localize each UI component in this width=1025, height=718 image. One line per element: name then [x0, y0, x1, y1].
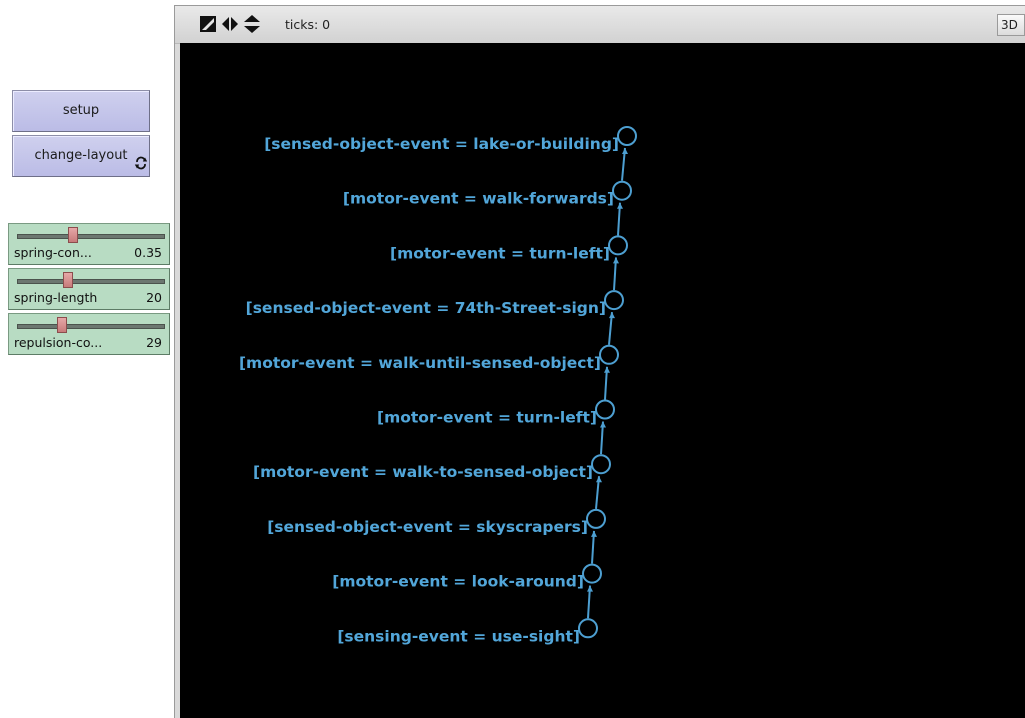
link-arrowhead — [609, 312, 615, 319]
slider-track[interactable] — [17, 324, 165, 329]
link-arrowhead — [617, 202, 623, 209]
setup-button[interactable]: setup — [12, 90, 150, 132]
node[interactable] — [599, 344, 619, 365]
slider-handle[interactable] — [62, 272, 73, 288]
node[interactable] — [595, 399, 615, 420]
network-graph: [sensed-object-event = lake-or-building]… — [239, 126, 637, 645]
slider-value: 20 — [146, 290, 162, 305]
world-canvas[interactable]: [sensed-object-event = lake-or-building]… — [180, 43, 1025, 718]
link-arrowhead — [587, 585, 593, 592]
node-label: [motor-event = look-around] — [332, 573, 584, 591]
repulsion-constant-slider[interactable]: repulsion-co... 29 — [8, 313, 170, 355]
link-arrowhead — [600, 421, 606, 428]
node-label: [motor-event = turn-left] — [390, 244, 610, 262]
slider-label: spring-length — [14, 290, 98, 305]
slider-handle[interactable] — [57, 317, 68, 333]
node[interactable] — [604, 290, 624, 311]
node[interactable] — [586, 508, 606, 529]
link-arrowhead — [596, 476, 602, 483]
slider-handle[interactable] — [68, 227, 79, 243]
setup-button-label: setup — [62, 103, 100, 118]
vertical-wrap-arrows-icon[interactable] — [243, 15, 261, 33]
slider-value: 0.35 — [134, 245, 162, 260]
spring-length-slider[interactable]: spring-length 20 — [8, 268, 170, 310]
node-label: [sensed-object-event = 74th-Street-sign] — [246, 299, 606, 317]
spring-constant-slider[interactable]: spring-con... 0.35 — [8, 223, 170, 265]
3d-view-button-label: 3D — [1001, 18, 1018, 32]
link-arrowhead — [622, 148, 628, 154]
3d-view-button[interactable]: 3D — [997, 14, 1025, 36]
netlogo-interface: setup change-layout spring-con... 0.35 s… — [0, 0, 1025, 718]
forever-icon — [134, 156, 148, 170]
slider-value: 29 — [146, 335, 162, 350]
ticks-counter: ticks: 0 — [285, 17, 331, 32]
change-layout-button-label: change-layout — [34, 148, 128, 163]
node-label: [motor-event = walk-forwards] — [343, 190, 614, 208]
node-label: [sensed-object-event = lake-or-building] — [264, 135, 619, 153]
world-view: ticks: 0 3D [sensed-object-event = lake-… — [174, 5, 1025, 718]
link-arrowhead — [591, 530, 597, 537]
horizontal-wrap-arrows-icon[interactable] — [221, 15, 239, 33]
node[interactable] — [578, 618, 598, 639]
view-size-icon[interactable] — [199, 15, 217, 33]
node[interactable] — [612, 180, 632, 201]
node-label: [motor-event = turn-left] — [377, 409, 597, 427]
slider-track[interactable] — [17, 279, 165, 284]
change-layout-button[interactable]: change-layout — [12, 135, 150, 177]
slider-track[interactable] — [17, 234, 165, 239]
node[interactable] — [582, 563, 602, 584]
node-label: [sensing-event = use-sight] — [337, 627, 580, 645]
node[interactable] — [617, 126, 637, 146]
node[interactable] — [591, 454, 611, 475]
link-arrowhead — [613, 257, 619, 264]
node-label: [motor-event = walk-to-sensed-object] — [253, 463, 593, 481]
link-arrowhead — [604, 366, 610, 373]
slider-label: spring-con... — [14, 245, 92, 260]
node[interactable] — [608, 235, 628, 256]
node-label: [sensed-object-event = skyscrapers] — [267, 518, 588, 536]
node-label: [motor-event = walk-until-sensed-object] — [239, 354, 601, 372]
slider-label: repulsion-co... — [14, 335, 103, 350]
view-toolbar: ticks: 0 3D — [175, 6, 1025, 44]
